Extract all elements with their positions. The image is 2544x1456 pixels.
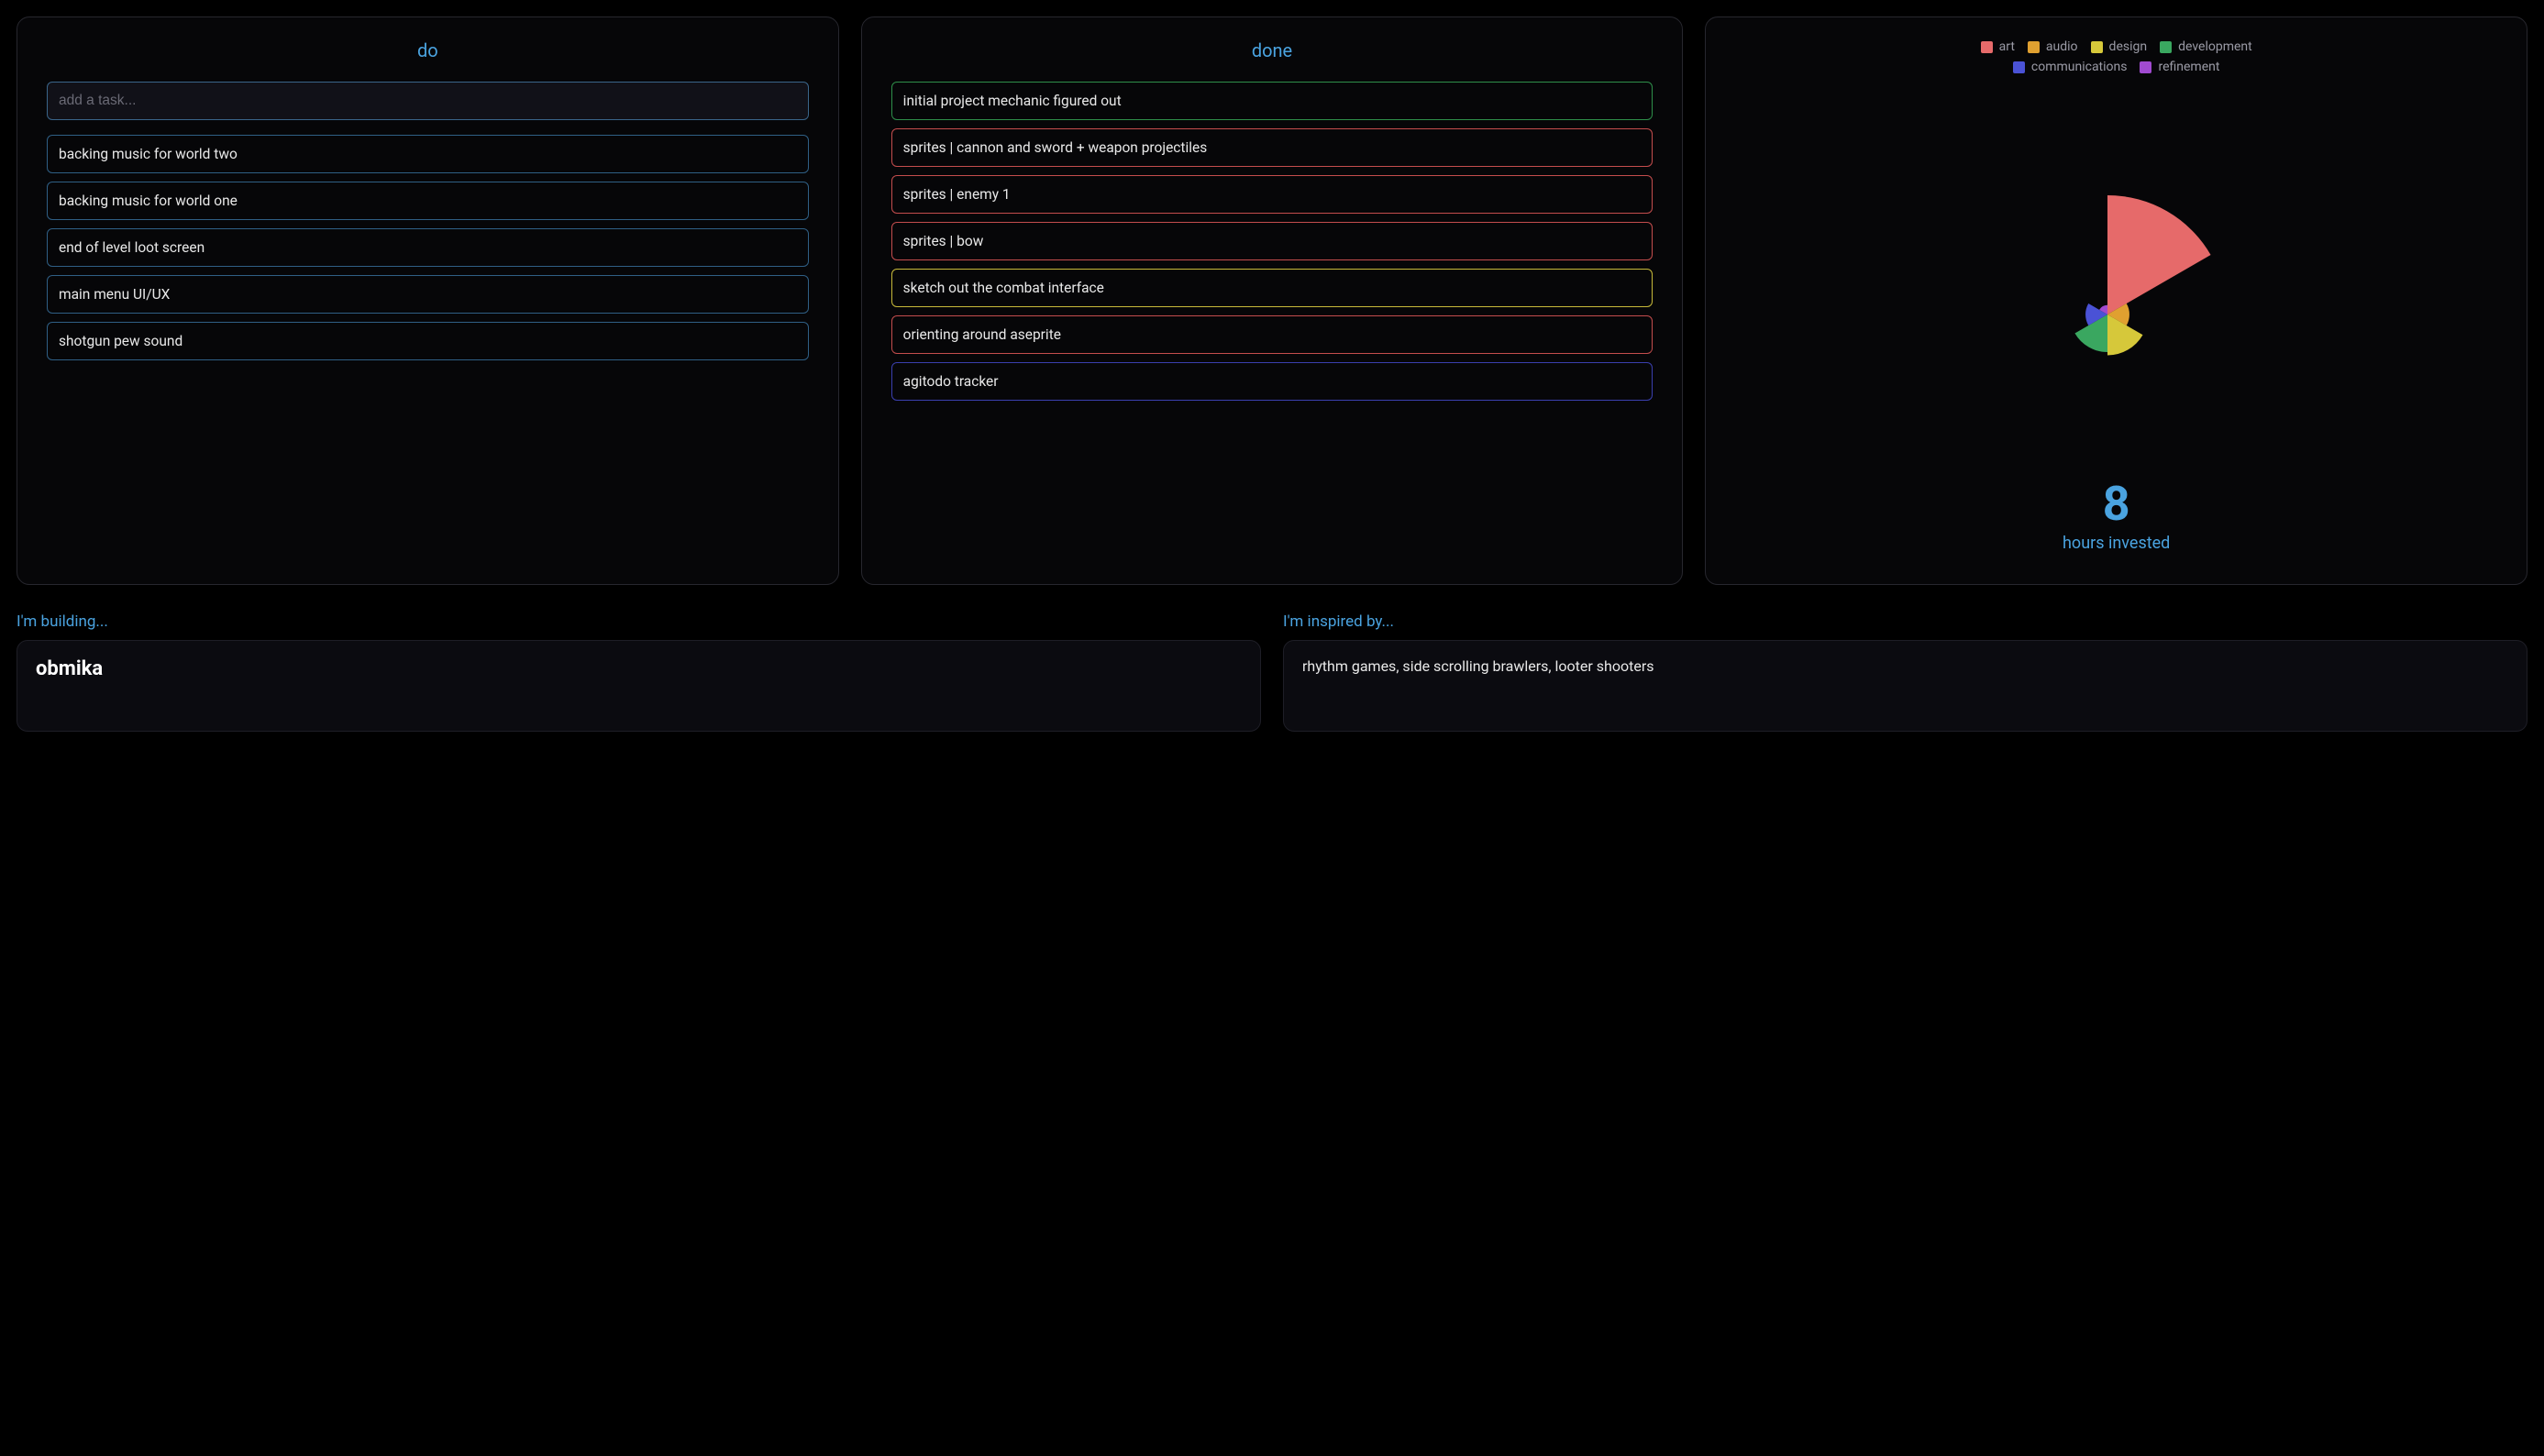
legend-label: audio	[2046, 39, 2078, 54]
done-panel: done initial project mechanic figured ou…	[861, 17, 1684, 585]
task-label: shotgun pew sound	[59, 333, 183, 349]
task-label: end of level loot screen	[59, 239, 205, 256]
task-card[interactable]: backing music for world two	[47, 135, 809, 173]
legend-swatch	[2028, 41, 2040, 53]
hours-number: 8	[2103, 480, 2130, 528]
done-task-list: initial project mechanic figured out spri…	[891, 82, 1654, 401]
task-card[interactable]: sprites | enemy 1	[891, 175, 1654, 214]
task-card[interactable]: sprites | cannon and sword + weapon proj…	[891, 128, 1654, 167]
task-card[interactable]: main menu UI/UX	[47, 275, 809, 314]
add-task-input[interactable]	[47, 82, 809, 120]
legend-swatch	[2013, 61, 2025, 73]
task-card[interactable]: initial project mechanic figured out	[891, 82, 1654, 120]
task-card[interactable]: backing music for world one	[47, 182, 809, 220]
done-title: done	[891, 39, 1654, 61]
chart-legend: art audio design development communications r…	[1961, 39, 2273, 74]
legend-label: art	[1999, 39, 2015, 54]
task-card[interactable]: orienting around aseprite	[891, 315, 1654, 354]
legend-item-design[interactable]: design	[2091, 39, 2148, 54]
legend-swatch	[2140, 61, 2151, 73]
legend-item-refinement[interactable]: refinement	[2140, 60, 2219, 74]
inspired-text[interactable]: rhythm games, side scrolling brawlers, l…	[1283, 640, 2527, 732]
task-label: main menu UI/UX	[59, 286, 170, 303]
task-card[interactable]: agitodo tracker	[891, 362, 1654, 401]
chart-slice-art[interactable]	[2107, 195, 2211, 314]
task-card[interactable]: end of level loot screen	[47, 228, 809, 267]
legend-label: communications	[2031, 60, 2128, 74]
legend-label: design	[2109, 39, 2148, 54]
task-label: agitodo tracker	[903, 373, 999, 390]
do-panel: do backing music for world twobacking mu…	[17, 17, 839, 585]
inspired-label: I'm inspired by...	[1283, 612, 2527, 631]
task-label: backing music for world one	[59, 193, 238, 209]
building-text[interactable]: obmika	[17, 640, 1261, 732]
legend-item-art[interactable]: art	[1981, 39, 2015, 54]
task-label: sketch out the combat interface	[903, 280, 1104, 296]
legend-swatch	[2091, 41, 2103, 53]
legend-item-audio[interactable]: audio	[2028, 39, 2078, 54]
legend-swatch	[1981, 41, 1993, 53]
task-label: initial project mechanic figured out	[903, 93, 1122, 109]
do-title: do	[47, 39, 809, 61]
task-label: sprites | cannon and sword + weapon proj…	[903, 139, 1208, 156]
task-label: orienting around aseprite	[903, 326, 1061, 343]
building-label: I'm building...	[17, 612, 1261, 631]
task-label: backing music for world two	[59, 146, 238, 162]
task-card[interactable]: sketch out the combat interface	[891, 269, 1654, 307]
do-task-list: backing music for world two backing music…	[47, 135, 809, 360]
task-label: sprites | enemy 1	[903, 186, 1011, 203]
polar-chart	[1735, 93, 2497, 480]
stats-panel: art audio design development communications r…	[1705, 17, 2527, 585]
hours-label: hours invested	[2063, 534, 2170, 553]
task-label: sprites | bow	[903, 233, 984, 249]
legend-swatch	[2160, 41, 2172, 53]
legend-item-communications[interactable]: communications	[2013, 60, 2128, 74]
task-card[interactable]: shotgun pew sound	[47, 322, 809, 360]
legend-label: development	[2178, 39, 2252, 54]
legend-item-development[interactable]: development	[2160, 39, 2252, 54]
legend-label: refinement	[2158, 60, 2219, 74]
task-card[interactable]: sprites | bow	[891, 222, 1654, 260]
